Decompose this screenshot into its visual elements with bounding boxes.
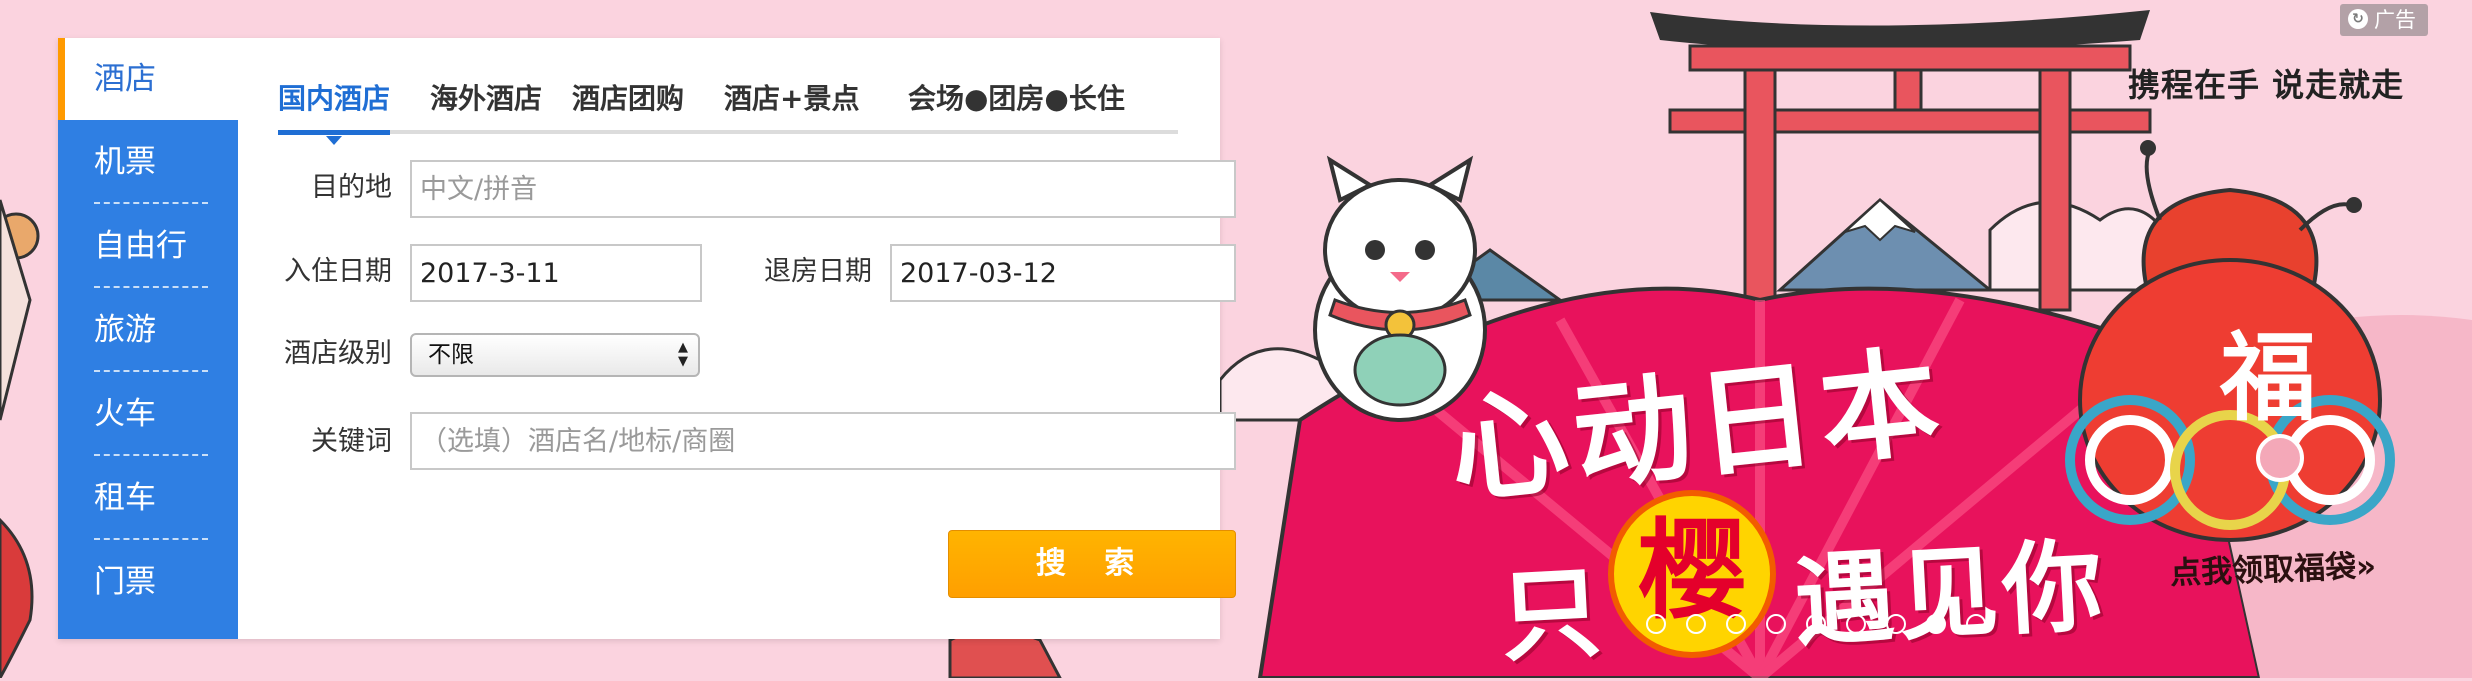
sidebar-item-label: 租车 [94, 480, 156, 516]
sidebar-item-tours[interactable]: 旅游 [58, 288, 238, 372]
hotel-level-label: 酒店级别 [284, 338, 392, 369]
carousel-dot[interactable] [1926, 614, 1946, 634]
hotel-level-value: 不限 [428, 342, 474, 368]
lucky-bag-cta[interactable]: 点我领取福袋» [2169, 540, 2377, 592]
checkin-date-input[interactable] [410, 244, 702, 302]
keyword-input[interactable] [410, 412, 1236, 470]
tab-hotel-group-buy[interactable]: 酒店团购 [572, 78, 684, 130]
carousel-dot[interactable] [1806, 614, 1826, 634]
banner-slogan: 携程在手 说走就走 [2128, 66, 2405, 104]
tab-label: 酒店+景点 [724, 82, 860, 115]
sidebar-item-flights[interactable]: 机票 [58, 120, 238, 204]
sidebar-item-car-rental[interactable]: 租车 [58, 456, 238, 540]
tab-domestic-hotels[interactable]: 国内酒店 [278, 78, 391, 145]
checkout-date-input[interactable] [890, 244, 1236, 302]
carousel-dot[interactable] [1766, 614, 1786, 634]
hotel-search-panel: 酒店 机票 自由行 旅游 火车 租车 门票 国内酒店 海外酒店 酒店团购 酒店+… [58, 38, 1236, 639]
refresh-icon: ↻ [2348, 9, 2368, 29]
tab-label: 海外酒店 [430, 82, 543, 115]
tab-overseas-hotels[interactable]: 海外酒店 [430, 78, 542, 130]
subheadline-part-1: 只 [1497, 552, 1608, 676]
tab-label: 国内酒店 [278, 82, 391, 115]
hotel-level-select[interactable]: 不限 ▲ ▼ [410, 333, 700, 377]
sidebar-item-label: 机票 [94, 144, 156, 180]
ad-label: 广告 [2374, 8, 2416, 32]
sidebar-item-tickets[interactable]: 门票 [58, 540, 238, 624]
destination-input[interactable] [410, 160, 1236, 218]
subheadline-part-2: 遇见你 [1791, 526, 2110, 661]
checkout-label: 退房日期 [764, 256, 872, 287]
sidebar-item-label: 火车 [94, 396, 156, 432]
tab-venue-group-longstay[interactable]: 会场●团房●长住 [908, 78, 1125, 130]
sidebar-item-label: 旅游 [94, 312, 156, 348]
sidebar-item-hotel[interactable]: 酒店 [58, 38, 238, 120]
carousel-dot[interactable] [1646, 614, 1666, 634]
category-sidebar: 酒店 机票 自由行 旅游 火车 租车 门票 [58, 38, 238, 639]
sidebar-item-trains[interactable]: 火车 [58, 372, 238, 456]
carousel-dot[interactable] [1966, 614, 1986, 634]
ad-badge[interactable]: ↻ 广告 [2340, 4, 2428, 36]
search-button[interactable]: 搜 索 [948, 530, 1236, 598]
active-tab-caret-icon [326, 136, 342, 145]
hotel-type-tabs: 国内酒店 海外酒店 酒店团购 酒店+景点 会场●团房●长住 [278, 78, 1178, 145]
carousel-dot[interactable] [1726, 614, 1746, 634]
sidebar-item-flight-hotel[interactable]: 自由行 [58, 204, 238, 288]
keyword-label: 关键词 [311, 426, 392, 457]
tab-label: 会场●团房●长住 [908, 82, 1125, 115]
tab-hotel-attractions[interactable]: 酒店+景点 [724, 78, 859, 130]
sidebar-item-label: 酒店 [94, 61, 156, 97]
checkin-label: 入住日期 [284, 256, 392, 287]
destination-label: 目的地 [311, 172, 392, 203]
carousel-dot[interactable] [1686, 614, 1706, 634]
sidebar-item-label: 自由行 [94, 228, 187, 264]
carousel-dot[interactable] [1846, 614, 1866, 634]
tab-label: 酒店团购 [572, 82, 685, 115]
select-arrows-icon: ▲ ▼ [678, 340, 688, 369]
fortune-character: 福 [2220, 321, 2316, 434]
sidebar-item-label: 门票 [94, 564, 156, 600]
carousel-dot[interactable] [1886, 614, 1906, 634]
